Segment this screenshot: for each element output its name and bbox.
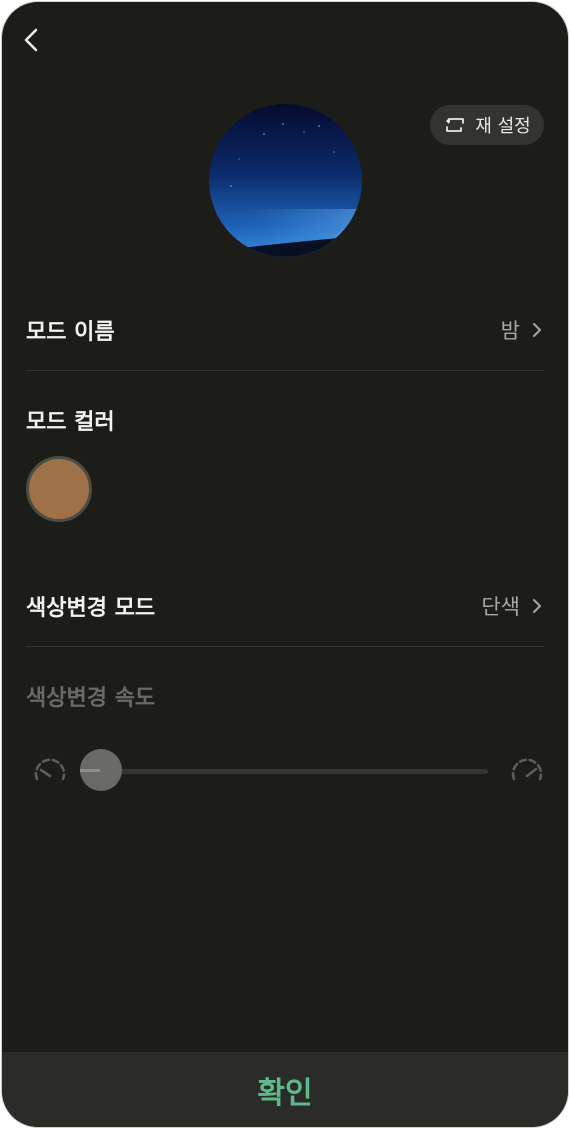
confirm-button[interactable]: 확인 xyxy=(2,1052,568,1127)
screen: 재 설정 모드 이름 밤 모드 컬러 색상변경 모드 단색 색상변경 속도 확인 xyxy=(2,2,568,1127)
mode-color-swatch[interactable] xyxy=(26,456,92,522)
color-change-speed-label: 색상변경 속도 xyxy=(26,686,156,711)
speed-slider-thumb[interactable] xyxy=(80,749,122,791)
mode-color-label: 모드 컬러 xyxy=(26,410,115,435)
color-change-mode-value: 단색 xyxy=(481,595,520,619)
divider xyxy=(26,370,544,371)
mode-preview-image xyxy=(209,104,362,257)
slider-fill xyxy=(80,769,100,772)
chevron-right-icon xyxy=(533,599,541,613)
reset-label: 재 설정 xyxy=(475,116,531,137)
color-change-mode-label: 색상변경 모드 xyxy=(26,596,156,621)
mode-name-value: 밤 xyxy=(500,319,520,343)
color-change-mode-value-group: 단색 xyxy=(481,591,544,621)
divider xyxy=(26,646,544,647)
color-change-mode-row[interactable]: 색상변경 모드 단색 xyxy=(26,586,544,626)
chevron-right-icon xyxy=(533,323,541,337)
speed-slider-track[interactable] xyxy=(82,769,488,774)
chevron-left-icon xyxy=(24,28,38,52)
mode-name-value-group: 밤 xyxy=(501,315,544,345)
speed-slow-icon xyxy=(34,758,66,781)
reset-icon xyxy=(446,118,465,132)
confirm-label: 확인 xyxy=(257,1075,313,1111)
mode-name-row[interactable]: 모드 이름 밤 xyxy=(26,310,544,350)
back-button[interactable] xyxy=(18,26,46,54)
reset-button[interactable]: 재 설정 xyxy=(430,105,544,145)
mode-name-label: 모드 이름 xyxy=(26,320,115,345)
speed-fast-icon xyxy=(511,758,543,781)
